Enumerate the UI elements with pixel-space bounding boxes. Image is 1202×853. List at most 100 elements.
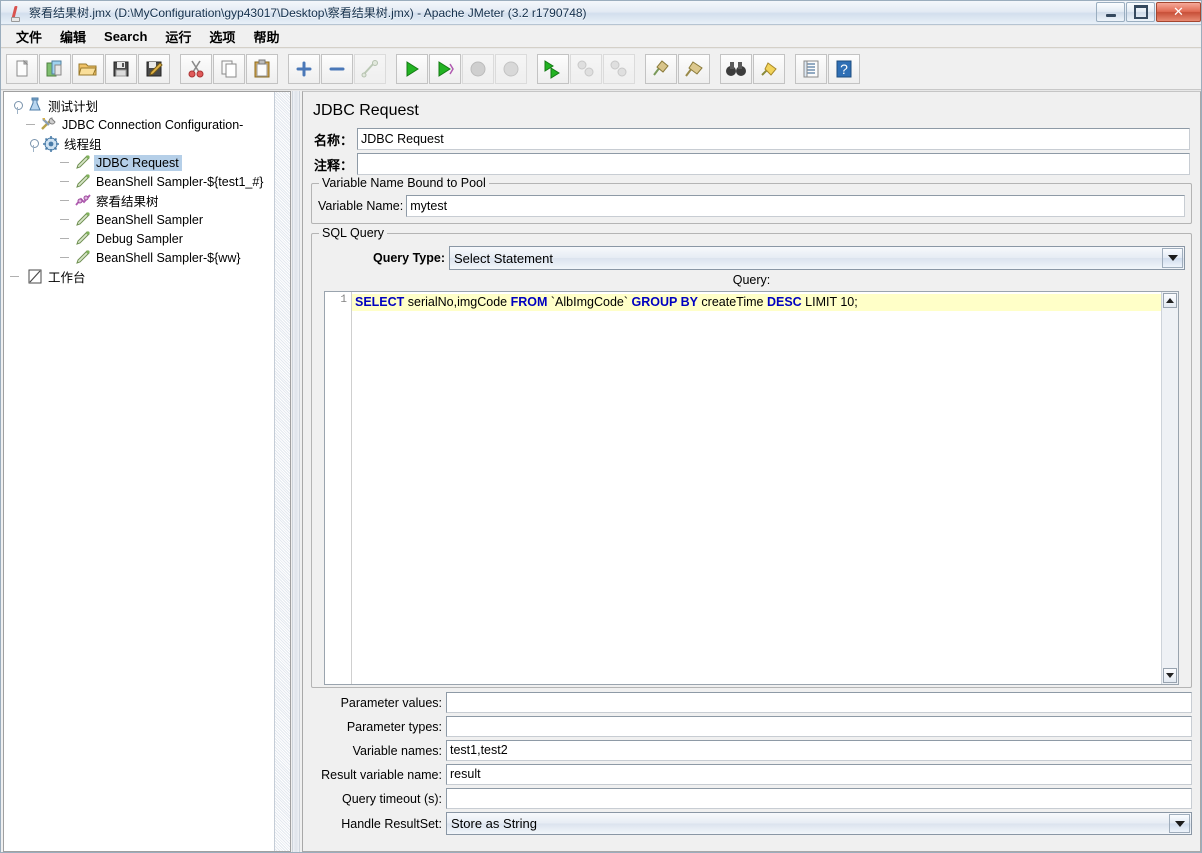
search-button[interactable] <box>720 54 752 84</box>
menu-file[interactable]: 文件 <box>7 25 51 48</box>
thread-group-icon <box>42 135 60 152</box>
parameter-values-row: Parameter values: <box>303 692 1200 713</box>
new-button[interactable] <box>6 54 38 84</box>
expander-icon[interactable] <box>10 97 26 114</box>
start-no-pauses-button[interactable] <box>429 54 461 84</box>
handle-resultset-combo[interactable]: Store as String <box>446 812 1192 835</box>
sampler-icon <box>74 230 92 247</box>
close-button[interactable]: ✕ <box>1156 2 1201 22</box>
start-button[interactable] <box>396 54 428 84</box>
tree-vertical-scrollbar[interactable] <box>274 92 290 851</box>
test-plan-icon <box>26 97 44 114</box>
sql-token-select: SELECT <box>355 295 405 309</box>
window-title: 察看结果树.jmx (D:\MyConfiguration\gyp43017\D… <box>29 6 587 20</box>
sql-group-title: SQL Query <box>319 226 388 240</box>
clear-all-button[interactable] <box>678 54 710 84</box>
menu-search[interactable]: Search <box>95 27 156 46</box>
toggle-icon <box>360 59 380 79</box>
cut-icon <box>186 59 206 79</box>
remote-stop-icon <box>575 59 597 79</box>
save-as-button[interactable] <box>138 54 170 84</box>
tree-elbow <box>60 173 74 190</box>
comment-input[interactable] <box>357 153 1190 175</box>
cut-button[interactable] <box>180 54 212 84</box>
title-bar: 察看结果树.jmx (D:\MyConfiguration\gyp43017\D… <box>1 1 1201 25</box>
jdbc-request-panel: JDBC Request 名称： JDBC Request 注释： Variab… <box>302 91 1201 852</box>
variable-name-input[interactable]: mytest <box>406 195 1185 217</box>
page-title: JDBC Request <box>313 102 419 119</box>
comment-label: 注释： <box>313 157 353 173</box>
tree-node-label: 线程组 <box>64 138 102 152</box>
function-helper-icon <box>801 59 821 79</box>
remote-shutdown-all-button[interactable] <box>603 54 635 84</box>
save-button[interactable] <box>105 54 137 84</box>
tree-node-beanshell-sampler-ww[interactable]: BeanShell Sampler-${ww} <box>4 248 290 267</box>
sql-token-from: FROM <box>510 295 548 309</box>
scroll-up-icon[interactable] <box>1163 293 1177 308</box>
query-type-combo[interactable]: Select Statement <box>449 246 1185 270</box>
toggle-button[interactable] <box>354 54 386 84</box>
parameter-types-field[interactable] <box>446 716 1192 737</box>
function-helper-button[interactable] <box>795 54 827 84</box>
result-variable-name-field[interactable]: result <box>446 764 1192 785</box>
paste-icon <box>252 59 272 79</box>
sql-code-line[interactable]: SELECT serialNo,imgCode FROM `AlbImgCode… <box>352 294 1161 311</box>
shutdown-button[interactable] <box>495 54 527 84</box>
variable-names-field[interactable]: test1,test2 <box>446 740 1192 761</box>
sql-editor[interactable]: 1 SELECT serialNo,imgCode FROM `AlbImgCo… <box>324 291 1179 685</box>
menu-run[interactable]: 运行 <box>156 25 200 48</box>
stop-button[interactable] <box>462 54 494 84</box>
scroll-down-icon[interactable] <box>1163 668 1177 683</box>
new-icon <box>12 59 32 79</box>
broom-all-icon <box>683 59 705 79</box>
menu-options[interactable]: 选项 <box>200 25 244 48</box>
sql-token-table: `AlbImgCode` <box>547 295 632 309</box>
tree-node-workbench[interactable]: 工作台 <box>4 267 290 286</box>
tree-node-thread-group[interactable]: 线程组 <box>4 134 290 153</box>
expand-all-button[interactable] <box>288 54 320 84</box>
window-controls: ✕ <box>1095 2 1201 22</box>
view-results-tree-icon <box>74 192 92 209</box>
tree-node-label: 工作台 <box>48 271 86 285</box>
tree-node-beanshell-sampler-test1[interactable]: BeanShell Sampler-${test1_#} <box>4 172 290 191</box>
copy-button[interactable] <box>213 54 245 84</box>
menu-edit[interactable]: 编辑 <box>51 25 95 48</box>
remote-start-all-button[interactable] <box>537 54 569 84</box>
name-input[interactable]: JDBC Request <box>357 128 1190 150</box>
reset-search-button[interactable] <box>753 54 785 84</box>
sampler-icon <box>74 173 92 190</box>
collapse-all-button[interactable] <box>321 54 353 84</box>
query-timeout-field[interactable] <box>446 788 1192 809</box>
handle-resultset-value: Store as String <box>451 816 537 831</box>
open-button[interactable] <box>72 54 104 84</box>
clear-button[interactable] <box>645 54 677 84</box>
paste-button[interactable] <box>246 54 278 84</box>
help-icon: ? <box>834 59 854 79</box>
sql-token-desc: DESC <box>766 295 802 309</box>
minimize-button[interactable] <box>1096 2 1125 22</box>
tree-node-jdbc-connection-configuration[interactable]: JDBC Connection Configuration- <box>4 115 290 134</box>
templates-button[interactable] <box>39 54 71 84</box>
tree-node-label: BeanShell Sampler-${test1_#} <box>96 174 264 189</box>
tree-node-jdbc-request[interactable]: JDBC Request <box>4 153 290 172</box>
tree-elbow <box>26 116 40 133</box>
tree-node-debug-sampler[interactable]: Debug Sampler <box>4 229 290 248</box>
parameter-values-field[interactable] <box>446 692 1192 713</box>
tree-node-view-results-tree[interactable]: 察看结果树 <box>4 191 290 210</box>
maximize-button[interactable] <box>1126 2 1155 22</box>
remote-stop-all-button[interactable] <box>570 54 602 84</box>
help-button[interactable]: ? <box>828 54 860 84</box>
stop-icon <box>468 59 488 79</box>
tree-node-beanshell-sampler[interactable]: BeanShell Sampler <box>4 210 290 229</box>
save-icon <box>111 59 131 79</box>
sql-editor-scrollbar[interactable] <box>1161 292 1178 684</box>
tree-node-label: Debug Sampler <box>96 231 183 246</box>
handle-resultset-row: Handle ResultSet: Store as String <box>303 812 1200 835</box>
tree-node-test-plan[interactable]: 测试计划 <box>4 96 290 115</box>
chevron-down-icon[interactable] <box>1169 814 1190 833</box>
expander-icon[interactable] <box>26 135 42 152</box>
vertical-splitter[interactable] <box>292 91 300 852</box>
chevron-down-icon[interactable] <box>1162 248 1183 268</box>
menu-help[interactable]: 帮助 <box>244 25 288 48</box>
sql-code-area[interactable]: SELECT serialNo,imgCode FROM `AlbImgCode… <box>352 292 1161 684</box>
